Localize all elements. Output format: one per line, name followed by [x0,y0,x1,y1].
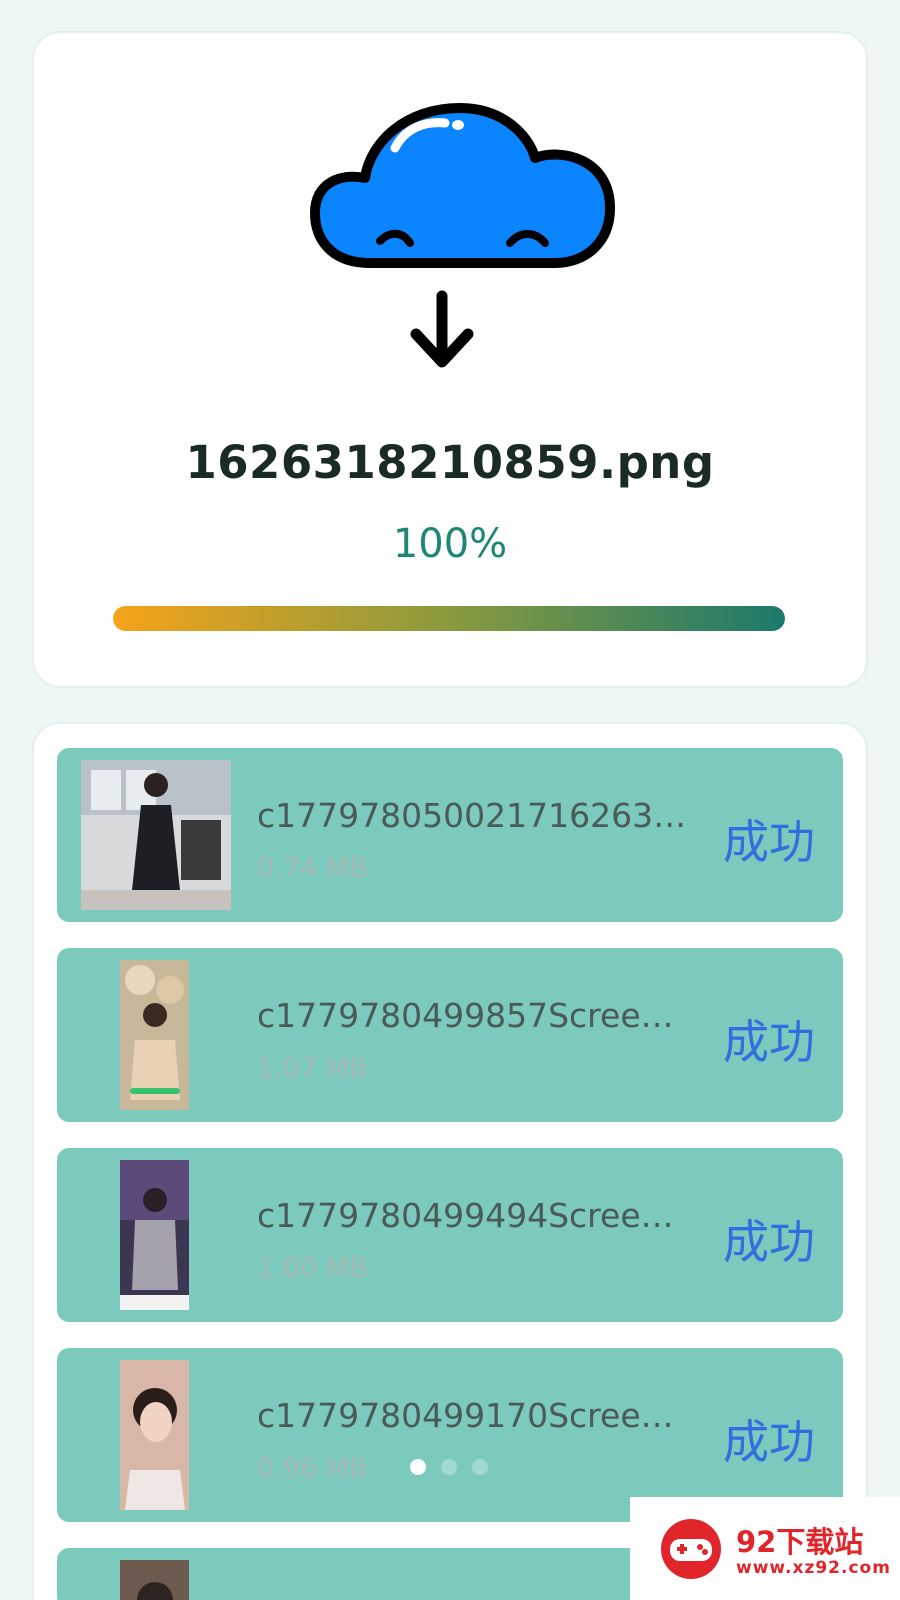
status-label: 成功 [723,1215,815,1269]
status-label: 成功 [723,1415,815,1469]
file-size: 0.74 MB [257,853,368,884]
list-item[interactable]: c1779780499170Screen… 0.96 MB 成功 [57,1348,843,1522]
watermark-title: 92下载站 [736,1525,864,1559]
cloud-icon [310,103,615,268]
file-thumbnail [120,1160,189,1310]
watermark: 92下载站 www.xz92.com [630,1497,900,1600]
page-dot [472,1459,488,1475]
download-arrow-icon [410,290,474,368]
status-label: 成功 [723,1015,815,1069]
gamepad-logo-icon [661,1519,721,1579]
file-thumbnail [120,1360,189,1510]
file-name: c1779780499494Screen… [257,1196,687,1235]
page-dot [441,1459,457,1475]
file-name: c177978050021716263… [257,796,687,835]
list-item[interactable]: c1779780499494Screen… 1.00 MB 成功 [57,1148,843,1322]
file-thumbnail [120,1560,189,1600]
progress-bar-fill [113,606,785,631]
page-dot [410,1459,426,1475]
download-file-name: 1626318210859.png [185,436,715,489]
file-size: 0.96 MB [257,1453,368,1484]
status-label: 成功 [723,815,815,869]
list-item[interactable]: c177978050021716263… 0.74 MB 成功 [57,748,843,922]
progress-bar [113,606,785,631]
list-item[interactable]: c1779780499857Screen… 1.07 MB 成功 [57,948,843,1122]
file-name: c1779780499857Screen… [257,996,687,1035]
file-thumbnail [81,760,231,910]
file-size: 1.07 MB [257,1053,368,1084]
progress-percent: 100% [392,521,508,567]
file-size: 1.00 MB [257,1253,368,1284]
file-name: c1779780499170Screen… [257,1396,687,1435]
file-thumbnail [120,960,189,1110]
watermark-url: www.xz92.com [736,1558,891,1578]
